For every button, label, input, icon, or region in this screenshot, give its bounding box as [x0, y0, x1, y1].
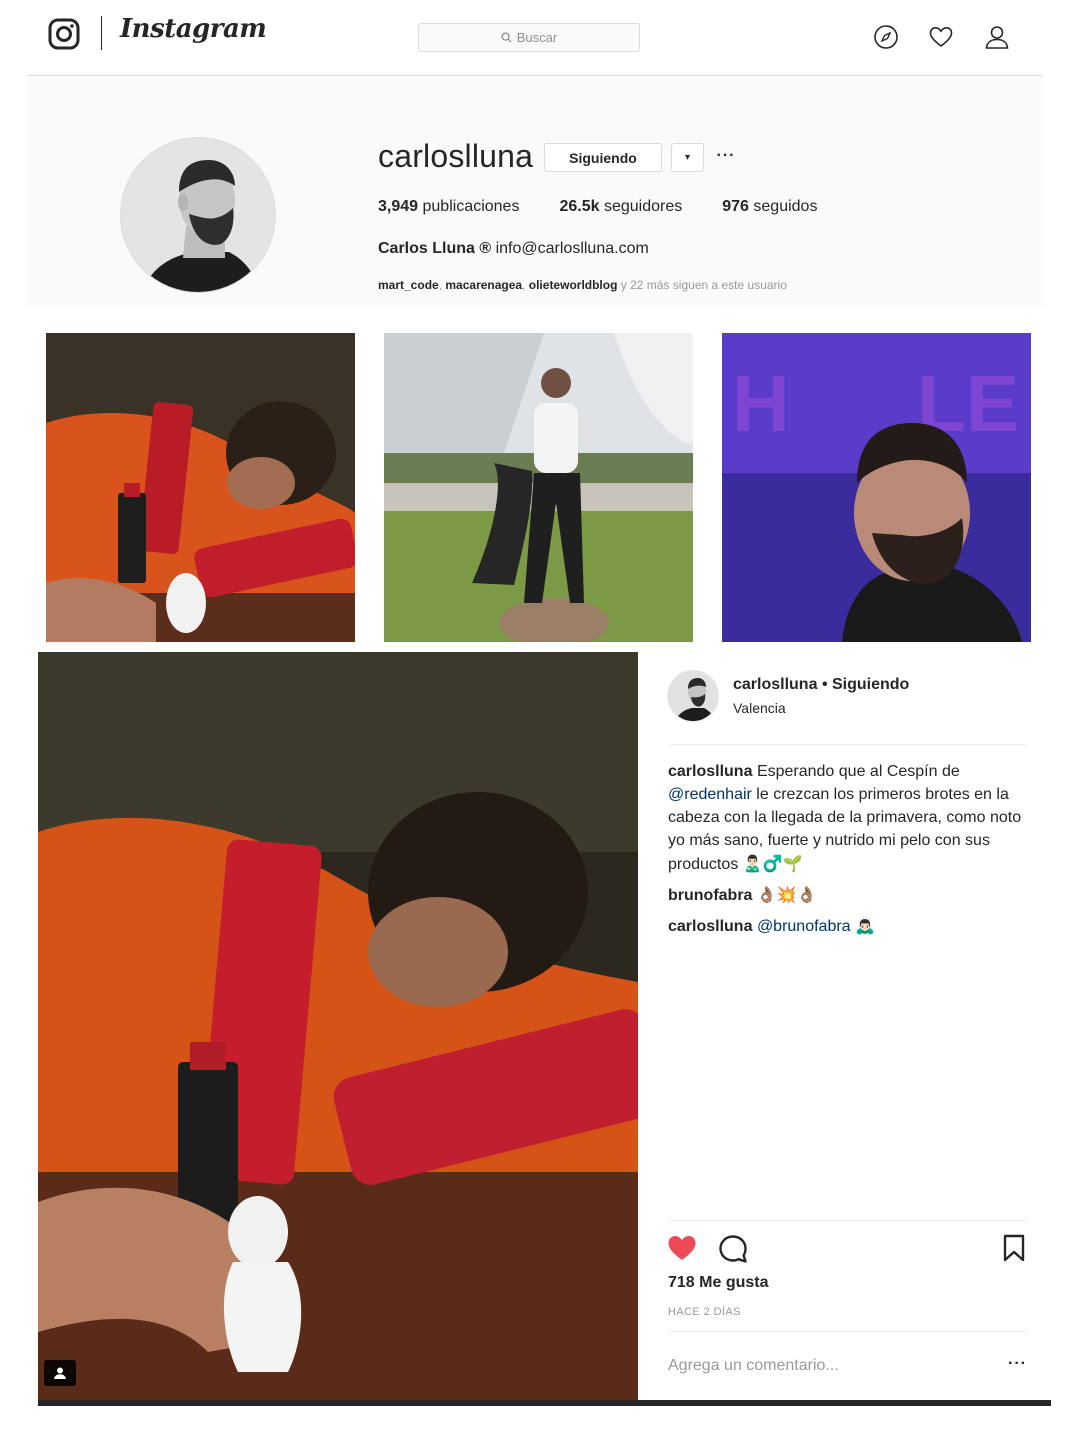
post-author-line: carloslluna • Siguiendo	[733, 676, 909, 694]
profile-bio: Carlos Lluna ® info@carloslluna.com	[378, 240, 649, 258]
comments-list: carloslluna Esperando que al Cespín de @…	[668, 760, 1028, 945]
posts-label: publicaciones	[422, 198, 520, 215]
comment-icon[interactable]	[718, 1234, 748, 1264]
post-timestamp[interactable]: HACE 2 DÍAS	[668, 1306, 741, 1318]
comment-emoji: 👌🏽💥👌🏽	[756, 885, 817, 904]
followed-by-user[interactable]: mart_code	[378, 278, 439, 292]
post-details-panel: carloslluna • Siguiendo Valencia carlosl…	[638, 652, 1051, 1400]
stat-followers[interactable]: 26.5k seguidores	[559, 198, 682, 216]
grid-post-haircare[interactable]	[46, 333, 355, 642]
heart-icon[interactable]	[928, 24, 954, 50]
followed-by-suffix[interactable]: y 22 más siguen a este usuario	[621, 278, 787, 292]
post-author-avatar[interactable]	[667, 670, 719, 722]
search-placeholder: Buscar	[516, 30, 558, 45]
post-follow-state[interactable]: Siguiendo	[832, 676, 909, 693]
divider	[668, 1331, 1028, 1332]
user-icon[interactable]	[984, 24, 1010, 50]
more-icon: ···	[716, 147, 736, 164]
caption: carloslluna Esperando que al Cespín de @…	[668, 760, 1028, 876]
followed-by-user[interactable]: olieteworldblog	[529, 278, 618, 292]
search-input[interactable]: Buscar	[418, 23, 640, 52]
comment-mention-link[interactable]: @brunofabra	[757, 918, 851, 935]
caption-text-before: Esperando que al Cespín de	[756, 763, 960, 780]
divider	[668, 1220, 1028, 1221]
post-header: carloslluna • Siguiendo Valencia	[638, 652, 1051, 744]
stat-posts: 3,949 publicaciones	[378, 198, 519, 216]
profile-full-name: Carlos Lluna ®	[378, 240, 492, 257]
instagram-glyph-icon[interactable]	[48, 18, 80, 50]
profile-email: info@carloslluna.com	[495, 240, 649, 257]
following-label: seguidos	[753, 198, 818, 215]
post-location[interactable]: Valencia	[733, 700, 786, 716]
top-navigation-bar: Instagram Buscar	[28, 0, 1043, 76]
post-author-username[interactable]: carloslluna	[733, 676, 817, 693]
comment-username[interactable]: carloslluna	[668, 918, 752, 935]
add-comment-input[interactable]: Agrega un comentario...	[668, 1357, 839, 1375]
logo-divider	[101, 16, 102, 50]
stat-following[interactable]: 976 seguidos	[722, 198, 817, 216]
profile-avatar[interactable]	[120, 137, 276, 293]
dot-separator: •	[821, 676, 828, 693]
followers-count: 26.5k	[559, 198, 600, 215]
user-tag-icon	[54, 1367, 66, 1379]
tagged-users-button[interactable]	[44, 1360, 76, 1386]
background-strip	[38, 1400, 1051, 1406]
following-count: 976	[722, 198, 749, 215]
comment-item: carloslluna @brunofabra 🙇🏻‍♂️	[668, 914, 1028, 938]
comment-username[interactable]: brunofabra	[668, 887, 752, 904]
post-image[interactable]	[38, 652, 638, 1400]
instagram-wordmark[interactable]: Instagram	[120, 14, 267, 44]
caption-mention-link[interactable]: @redenhair	[668, 786, 752, 803]
caption-username[interactable]: carloslluna	[668, 763, 752, 780]
like-heart-icon[interactable]	[667, 1234, 697, 1262]
caption-emoji: 🙎🏻‍♂️♂️🌱	[742, 854, 803, 873]
profile-stats: 3,949 publicaciones 26.5k seguidores 976…	[378, 198, 857, 216]
search-icon	[501, 32, 512, 43]
profile-username: carloslluna	[378, 138, 534, 174]
compass-icon[interactable]	[873, 24, 899, 50]
followers-label: seguidores	[603, 198, 683, 215]
bookmark-icon[interactable]	[1002, 1234, 1026, 1262]
suggestions-dropdown-button[interactable]: ▾	[671, 143, 704, 172]
comment-item: brunofabra 👌🏽💥👌🏽	[668, 883, 1028, 907]
comment-emoji: 🙇🏻‍♂️	[855, 916, 875, 935]
followed-by-user[interactable]: macarenagea	[445, 278, 522, 292]
post-options-button[interactable]: ···	[1008, 1355, 1027, 1373]
grid-post-portrait[interactable]: H LE	[722, 333, 1031, 642]
more-options-button[interactable]: ···	[714, 145, 738, 167]
chevron-down-icon: ▾	[684, 152, 691, 163]
divider	[668, 744, 1028, 745]
svg-text:H: H	[732, 359, 790, 448]
posts-count: 3,949	[378, 198, 419, 215]
grid-post-park[interactable]	[384, 333, 693, 642]
likes-count[interactable]: 718 Me gusta	[668, 1274, 768, 1292]
followed-by-line: mart_code, macarenagea, olieteworldblog …	[378, 278, 787, 292]
following-button[interactable]: Siguiendo	[544, 143, 662, 172]
